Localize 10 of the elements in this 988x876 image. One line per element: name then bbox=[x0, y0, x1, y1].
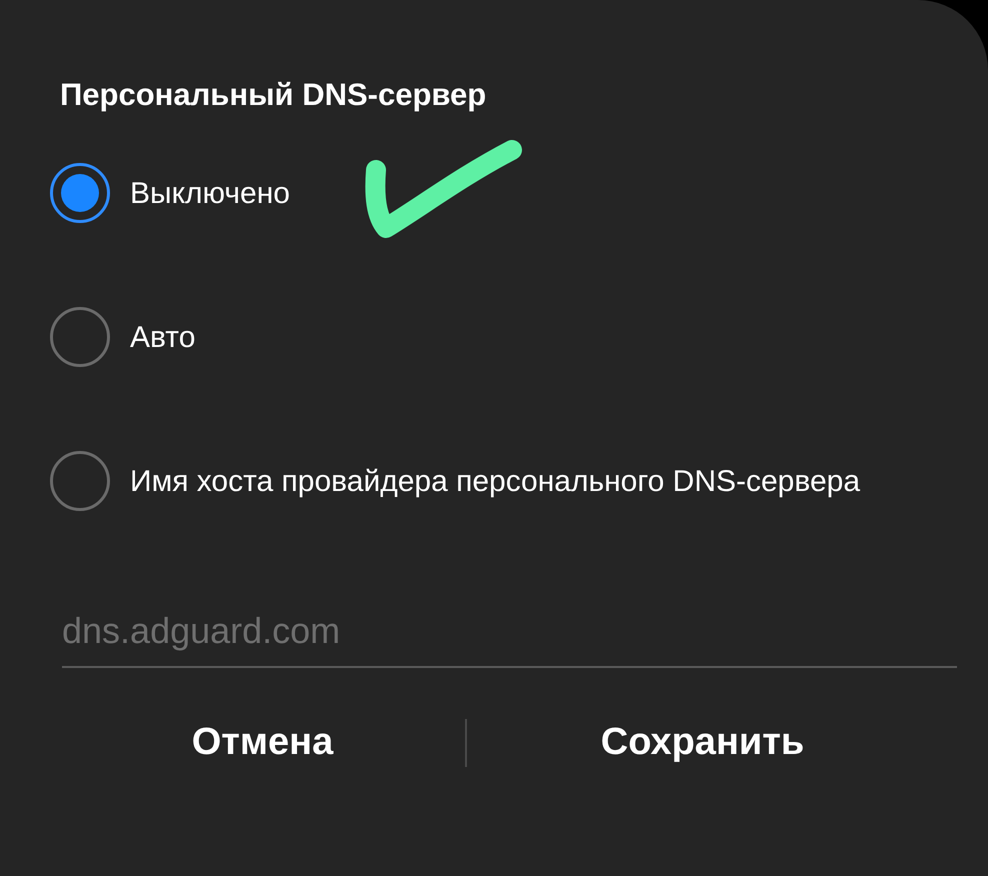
cancel-button[interactable]: Отмена bbox=[184, 714, 342, 771]
dialog-title: Персональный DNS-сервер bbox=[60, 76, 488, 114]
option-label: Имя хоста провайдера персонального DNS-сервера bbox=[130, 464, 860, 500]
option-label: Выключено bbox=[130, 176, 290, 212]
radio-button[interactable] bbox=[50, 451, 110, 511]
hostname-field[interactable]: dns.adguard.com bbox=[62, 604, 957, 668]
radio-button[interactable] bbox=[50, 163, 110, 223]
option-label: Авто bbox=[130, 320, 196, 356]
save-button[interactable]: Сохранить bbox=[592, 714, 812, 771]
radio-button[interactable] bbox=[50, 307, 110, 367]
